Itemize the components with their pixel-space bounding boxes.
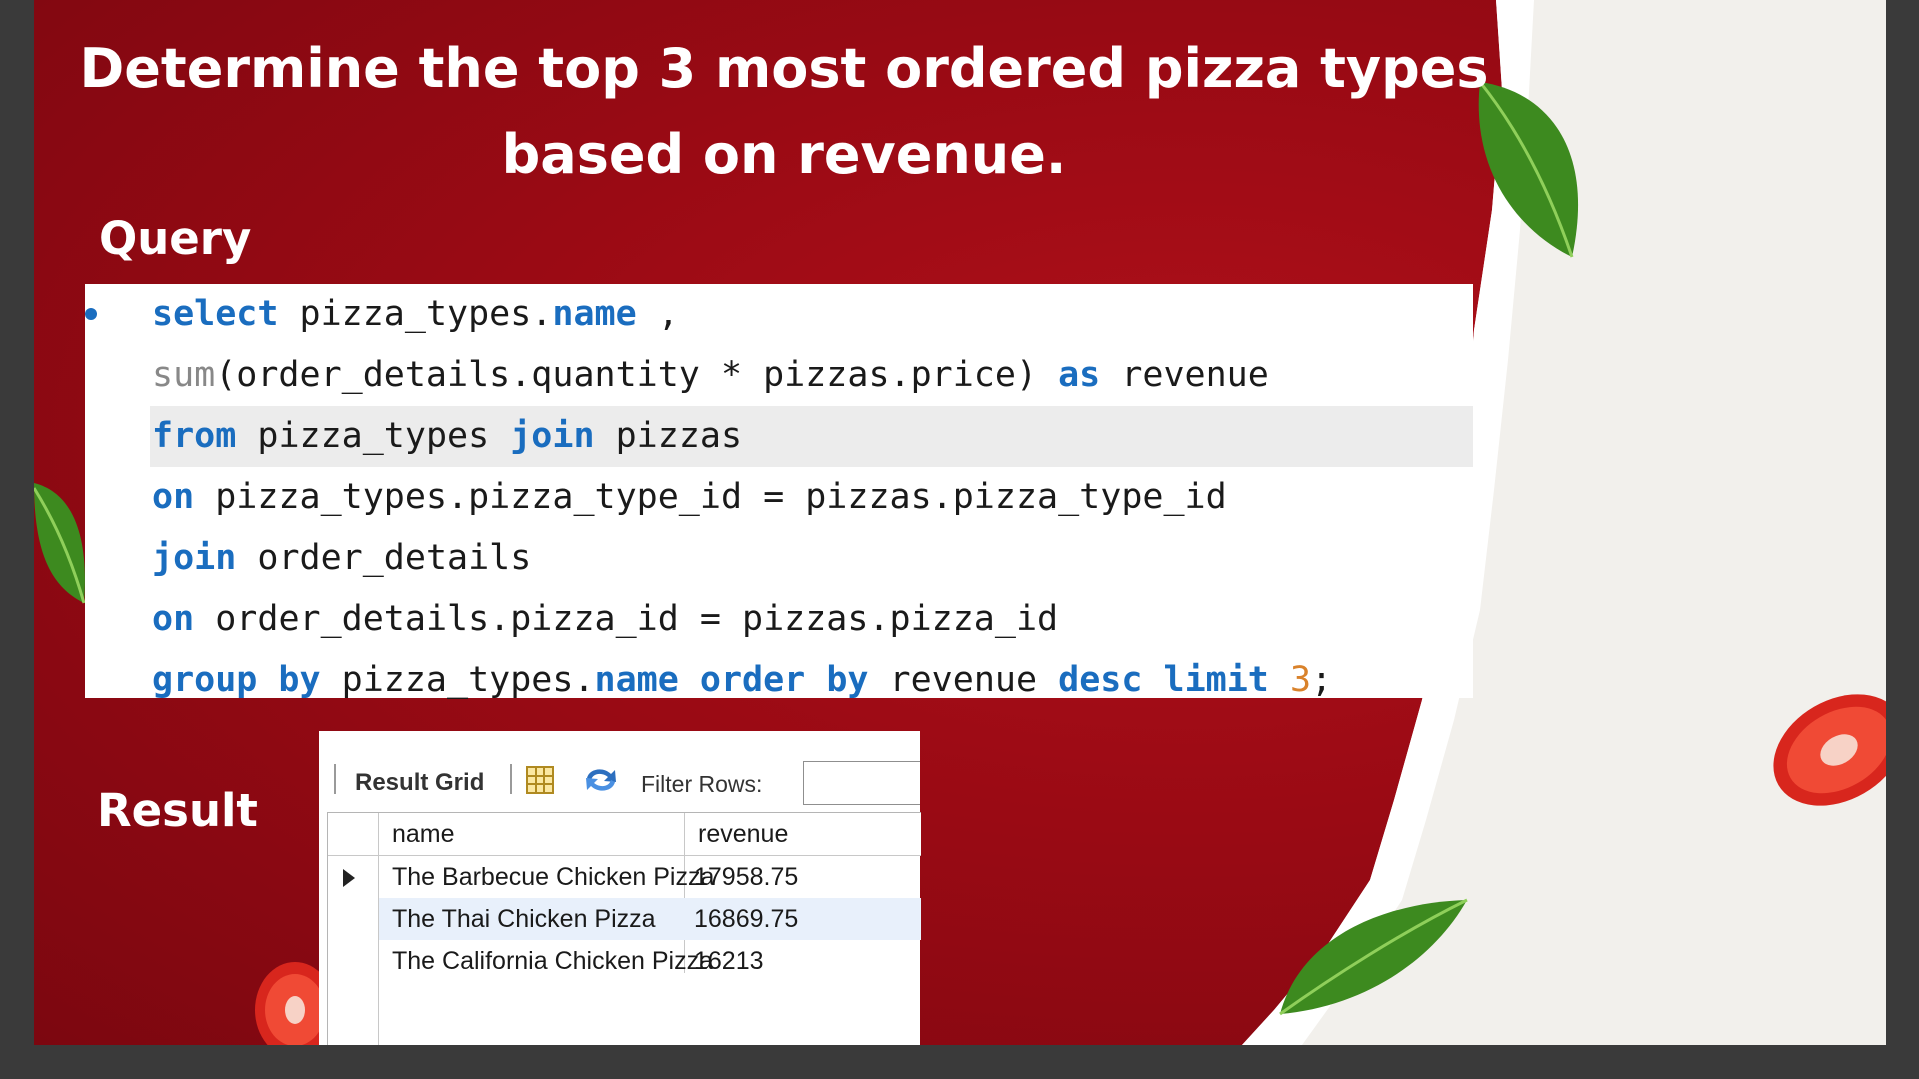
sql-keyword: as xyxy=(1058,355,1101,395)
code-line[interactable]: sum(order_details.quantity * pizzas.pric… xyxy=(85,345,1473,406)
cell-name[interactable]: The Barbecue Chicken Pizza xyxy=(392,856,714,898)
sql-keyword: group by xyxy=(152,660,321,700)
code-line[interactable]: on order_details.pizza_id = pizzas.pizza… xyxy=(85,589,1473,650)
sql-token: pizza_types. xyxy=(278,294,553,334)
sql-keyword: join xyxy=(152,538,237,578)
grid-header: name revenue xyxy=(328,813,921,856)
code-line[interactable]: group by pizza_types.name order by reven… xyxy=(85,650,1473,711)
sql-keyword: select xyxy=(152,294,279,334)
slide: Determine the top 3 most ordered pizza t… xyxy=(34,0,1886,1045)
sql-keyword: join xyxy=(510,416,595,456)
table-row[interactable]: The Thai Chicken Pizza 16869.75 xyxy=(379,898,921,940)
code-text: from pizza_types join pizzas xyxy=(152,406,742,467)
result-grid-tab[interactable]: Result Grid xyxy=(355,769,484,797)
column-header-revenue[interactable]: revenue xyxy=(698,813,788,855)
query-label: Query xyxy=(99,212,252,265)
code-text: select pizza_types.name , xyxy=(152,284,679,345)
code-text: on order_details.pizza_id = pizzas.pizza… xyxy=(152,589,1058,650)
cell-revenue[interactable]: 16869.75 xyxy=(694,898,798,940)
sql-token: order_details xyxy=(236,538,532,578)
sql-token: ; xyxy=(1311,660,1333,700)
result-panel: Result Grid Filter Rows: name revenue Th… xyxy=(319,731,921,1045)
sql-keyword: on xyxy=(152,477,195,517)
sql-keyword: order by xyxy=(699,660,869,700)
slide-title: Determine the top 3 most ordered pizza t… xyxy=(54,26,1514,198)
basil-leaf-bottom-right xyxy=(1279,898,1468,1016)
sql-token: (order_details.quantity * pizzas.price) xyxy=(215,355,1059,395)
statement-marker-icon xyxy=(85,308,97,320)
code-line[interactable]: select pizza_types.name , xyxy=(85,284,1473,345)
result-grid: name revenue The Barbecue Chicken Pizza … xyxy=(327,812,921,1045)
cell-name[interactable]: The California Chicken Pizza xyxy=(392,940,713,982)
filter-rows-input[interactable] xyxy=(803,761,920,805)
sql-token: pizzas xyxy=(594,416,743,456)
code-text: sum(order_details.quantity * pizzas.pric… xyxy=(152,345,1269,406)
sql-keyword: name xyxy=(552,294,637,334)
code-text: on pizza_types.pizza_type_id = pizzas.pi… xyxy=(152,467,1227,528)
toolbar-separator xyxy=(334,764,336,794)
current-row-marker-icon xyxy=(343,869,355,887)
code-line[interactable]: on pizza_types.pizza_type_id = pizzas.pi… xyxy=(85,467,1473,528)
sql-token: revenue xyxy=(868,660,1059,700)
code-line[interactable]: join order_details xyxy=(85,528,1473,589)
column-header-name[interactable]: name xyxy=(392,813,455,855)
cell-name[interactable]: The Thai Chicken Pizza xyxy=(392,898,656,940)
sql-token: revenue xyxy=(1100,355,1269,395)
sql-keyword: limit xyxy=(1163,660,1269,700)
cell-revenue[interactable]: 17958.75 xyxy=(694,856,798,898)
title-line-2: based on revenue. xyxy=(501,123,1067,186)
sql-token: order_details.pizza_id = pizzas.pizza_id xyxy=(194,599,1059,639)
grid-view-icon[interactable] xyxy=(525,765,555,795)
sql-keyword: desc xyxy=(1058,660,1143,700)
sql-token: pizza_types. xyxy=(320,660,595,700)
toolbar-separator xyxy=(510,764,512,794)
title-line-1: Determine the top 3 most ordered pizza t… xyxy=(79,37,1489,100)
result-label: Result xyxy=(97,784,258,837)
sql-token: , xyxy=(636,294,679,334)
tomato-slice-bottom-left xyxy=(255,962,320,1045)
sql-code-editor[interactable]: select pizza_types.name , sum(order_detai… xyxy=(85,284,1473,700)
code-line[interactable]: from pizza_types join pizzas xyxy=(85,406,1473,467)
result-toolbar: Result Grid Filter Rows: xyxy=(319,731,920,807)
table-row[interactable]: The Barbecue Chicken Pizza 17958.75 xyxy=(328,856,921,898)
sql-function: sum xyxy=(152,355,216,395)
code-text: group by pizza_types.name order by reven… xyxy=(152,650,1332,711)
sql-token: pizza_types xyxy=(236,416,511,456)
code-text: join order_details xyxy=(152,528,531,589)
filter-rows-label: Filter Rows: xyxy=(641,771,763,797)
sql-keyword: on xyxy=(152,599,195,639)
cell-revenue[interactable]: 16213 xyxy=(694,940,764,982)
sql-token: pizza_types.pizza_type_id = pizzas.pizza… xyxy=(194,477,1227,517)
sql-keyword: name xyxy=(594,660,679,700)
sql-number: 3 xyxy=(1289,660,1312,700)
sql-keyword: from xyxy=(152,416,237,456)
refresh-icon[interactable] xyxy=(581,764,621,796)
tomato-slice-right xyxy=(1773,694,1886,806)
table-row[interactable]: The California Chicken Pizza 16213 xyxy=(328,940,921,982)
